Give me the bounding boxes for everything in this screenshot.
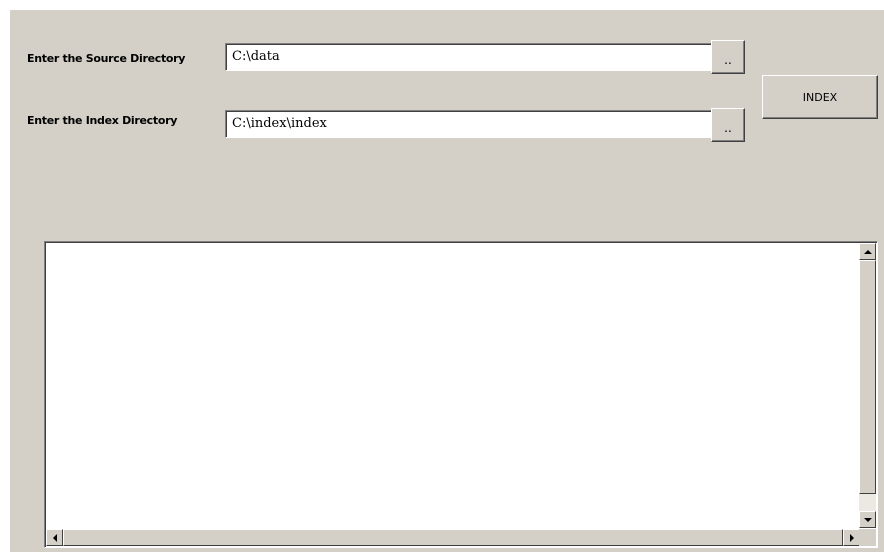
source-browse-button[interactable]: ..: [711, 40, 745, 74]
scroll-up-arrow-icon: [863, 249, 872, 254]
scroll-down-button[interactable]: [859, 511, 876, 528]
app-window: Enter the Source Directory C:\data .. En…: [10, 10, 884, 552]
source-directory-input[interactable]: C:\data: [225, 43, 720, 71]
scroll-left-arrow-icon: [52, 533, 57, 542]
scroll-right-arrow-icon: [849, 533, 854, 542]
output-text-area[interactable]: [44, 241, 878, 548]
scroll-right-button[interactable]: [843, 529, 860, 546]
index-browse-button[interactable]: ..: [711, 108, 745, 142]
index-button[interactable]: INDEX: [762, 75, 878, 119]
vertical-scroll-thumb[interactable]: [859, 260, 876, 494]
scroll-left-button[interactable]: [46, 529, 63, 546]
horizontal-scrollbar[interactable]: [46, 529, 860, 546]
source-directory-label: Enter the Source Directory: [27, 52, 186, 65]
index-directory-label: Enter the Index Directory: [27, 114, 178, 127]
horizontal-scroll-thumb[interactable]: [63, 529, 843, 546]
scroll-down-arrow-icon: [863, 517, 872, 522]
scrollbar-corner: [859, 529, 876, 546]
index-directory-input[interactable]: C:\index\index: [225, 110, 720, 138]
vertical-scrollbar[interactable]: [859, 243, 876, 528]
scroll-up-button[interactable]: [859, 243, 876, 260]
